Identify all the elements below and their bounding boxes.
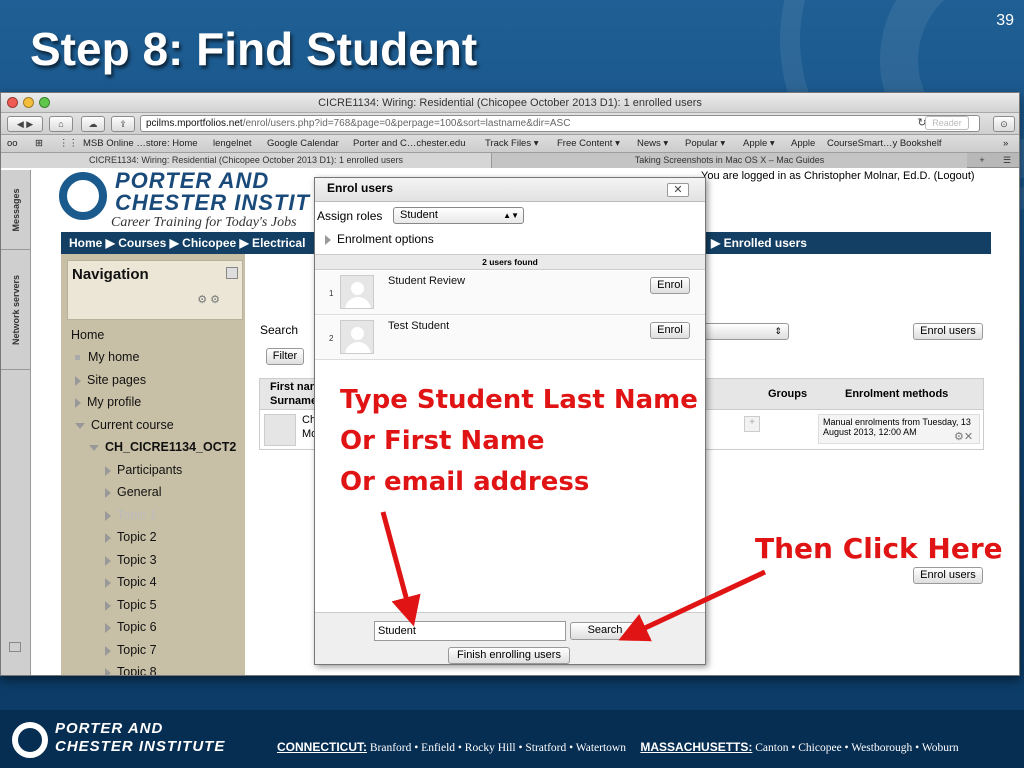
annotation-arrows [380,511,767,642]
arrow-to-search-input [380,511,421,627]
arrow-to-search-button [618,569,767,642]
